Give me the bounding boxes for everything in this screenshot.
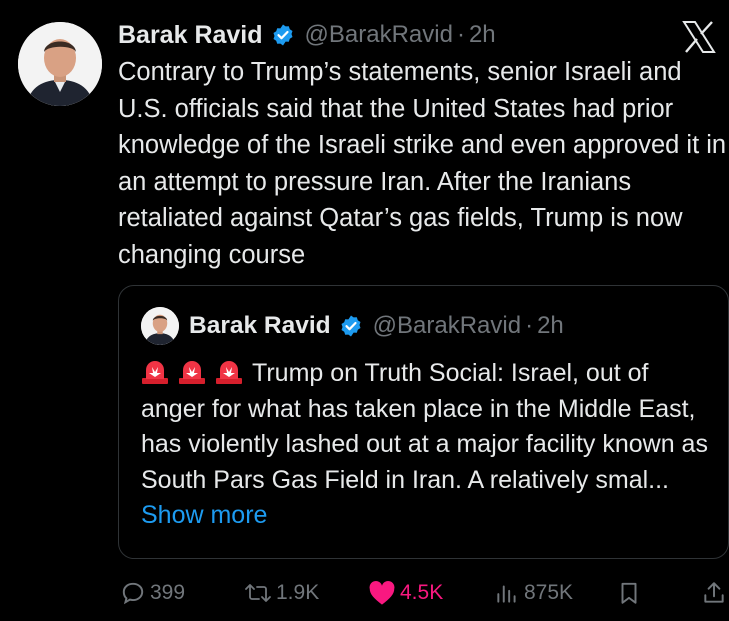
tweet-header: Barak Ravid @BarakRavid · 2h <box>118 18 496 52</box>
author-avatar[interactable] <box>18 22 102 106</box>
reply-icon <box>122 582 144 605</box>
view-count: 875K <box>524 581 574 604</box>
quoted-timestamp[interactable]: 2h <box>537 312 564 340</box>
repost-button[interactable]: 1.9K <box>244 578 319 608</box>
x-logo-icon <box>681 20 717 54</box>
quoted-author-name[interactable]: Barak Ravid <box>189 312 331 340</box>
views-icon <box>497 585 516 603</box>
quoted-tweet-body: Trump on Truth Social: Israel, out of an… <box>141 356 711 534</box>
repost-count: 1.9K <box>276 581 320 604</box>
views-button[interactable]: 875K <box>494 578 573 608</box>
reply-count: 399 <box>150 581 186 604</box>
action-bar: 399 1.9K 4.5K 875K <box>118 578 729 608</box>
author-name[interactable]: Barak Ravid <box>118 21 263 50</box>
quoted-tweet-header: Barak Ravid @BarakRavid · 2h <box>141 307 564 345</box>
repost-icon <box>245 584 271 602</box>
timestamp[interactable]: 2h <box>469 21 496 49</box>
quoted-author-handle[interactable]: @BarakRavid <box>373 312 521 340</box>
show-more-link[interactable]: Show more <box>141 501 267 529</box>
bookmark-button[interactable] <box>616 578 646 608</box>
verified-badge-icon <box>271 23 295 47</box>
separator-dot: · <box>525 312 534 339</box>
separator-dot: · <box>456 21 465 48</box>
tweet-text: Contrary to Trump’s statements, senior I… <box>118 58 727 269</box>
like-button[interactable]: 4.5K <box>368 578 443 608</box>
siren-icon <box>141 359 169 385</box>
reply-button[interactable]: 399 <box>120 578 185 608</box>
share-icon <box>704 582 724 603</box>
heart-icon <box>369 581 395 605</box>
like-count: 4.5K <box>400 581 444 604</box>
siren-icon <box>178 359 206 385</box>
bookmark-icon <box>621 582 637 604</box>
verified-badge-icon <box>339 314 363 338</box>
siren-icon <box>215 359 243 385</box>
quoted-author-avatar[interactable] <box>141 307 179 345</box>
quoted-tweet-card[interactable]: Barak Ravid @BarakRavid · 2h Trump on Tr… <box>118 285 729 559</box>
author-handle[interactable]: @BarakRavid <box>305 21 453 49</box>
share-button[interactable] <box>701 578 729 608</box>
